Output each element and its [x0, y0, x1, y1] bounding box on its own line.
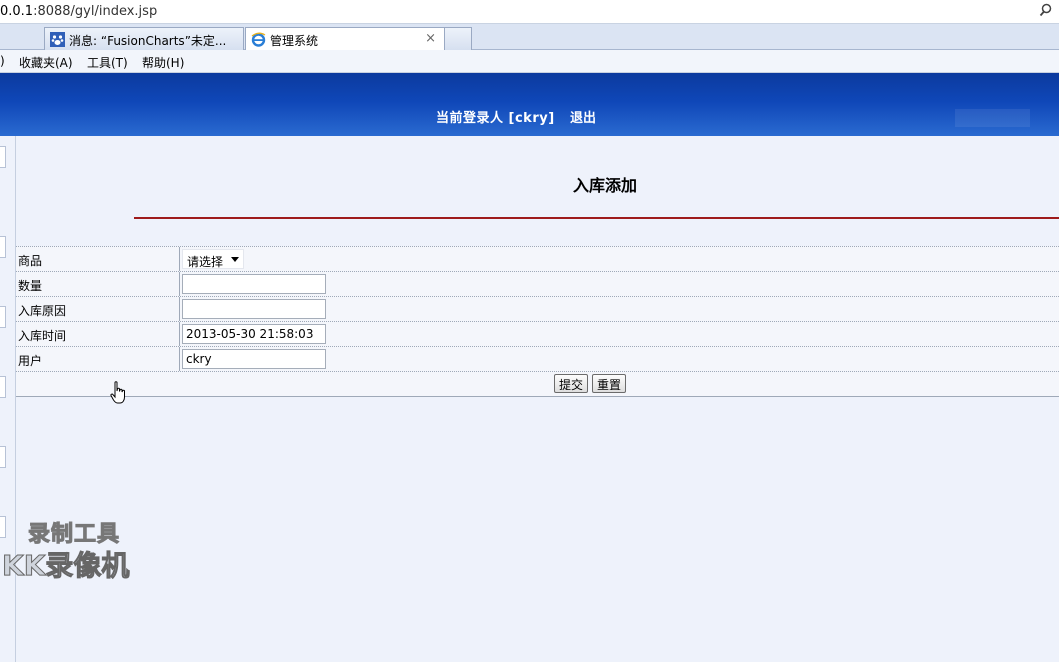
sidebar-stub[interactable]	[0, 306, 6, 328]
tab-bar: 消息: “FusionCharts”未定... 管理系统 ×	[0, 24, 1059, 50]
form-row-user: 用户	[16, 346, 1059, 372]
url-path: :8088/gyl/index.jsp	[33, 4, 158, 19]
app-header: 当前登录人 [ckry] 退出	[0, 73, 1059, 136]
ie-icon	[251, 32, 266, 47]
product-select-value: 请选择	[187, 255, 224, 269]
quantity-label: 数量	[18, 279, 43, 293]
chevron-down-icon	[231, 257, 239, 262]
reset-button[interactable]: 重置	[592, 374, 627, 393]
product-label: 商品	[18, 254, 43, 268]
address-bar[interactable]: 0.0.1:8088/gyl/index.jsp	[0, 0, 1059, 24]
menu-bar: ) 收藏夹(A) 工具(T) 帮助(H)	[0, 50, 1059, 73]
address-url[interactable]: 0.0.1:8088/gyl/index.jsp	[0, 4, 157, 19]
form-row-product: 商品 请选择	[16, 246, 1059, 272]
user-input[interactable]	[182, 349, 326, 369]
form-row-quantity: 数量	[16, 271, 1059, 297]
time-input[interactable]	[182, 324, 326, 344]
hand-cursor-icon	[110, 381, 125, 404]
sidebar-stub[interactable]	[0, 146, 6, 168]
title-divider	[134, 217, 1059, 219]
url-host: 0.0.1	[0, 4, 34, 19]
menu-item-favorites[interactable]: 收藏夹(A)	[19, 54, 73, 71]
form-row-time: 入库时间	[16, 321, 1059, 347]
reason-input[interactable]	[182, 299, 326, 319]
form-buttons: 提交 重置	[554, 374, 630, 393]
form-cell	[179, 297, 1059, 322]
tab-title: 管理系统	[270, 34, 319, 48]
sidebar-stub[interactable]	[0, 376, 6, 398]
sidebar-stub[interactable]	[0, 516, 6, 538]
current-user-label: 当前登录人 [ckry]	[436, 111, 555, 126]
submit-button[interactable]: 提交	[554, 374, 589, 393]
page-title: 入库添加	[572, 176, 637, 195]
tab-management-system[interactable]: 管理系统 ×	[245, 27, 445, 50]
paw-icon	[50, 32, 65, 47]
logout-link[interactable]: 退出	[570, 107, 596, 126]
product-select[interactable]: 请选择	[182, 249, 244, 269]
watermark-line2: KK录像机	[1, 549, 130, 583]
menu-item-tools[interactable]: 工具(T)	[87, 54, 128, 71]
stock-in-form: 商品 请选择 数量 入库原因 入库时间 用户 提交重置	[16, 246, 1059, 397]
menu-item-help[interactable]: 帮助(H)	[142, 54, 184, 71]
reason-label: 入库原因	[18, 304, 67, 318]
search-icon[interactable]	[1039, 3, 1053, 17]
tab-title: 消息: “FusionCharts”未定...	[69, 34, 227, 48]
sidebar-stub[interactable]	[0, 236, 6, 258]
menu-item-partial[interactable]: )	[0, 54, 5, 68]
form-cell	[179, 272, 1059, 297]
form-cell	[179, 322, 1059, 347]
form-cell	[179, 347, 1059, 372]
quantity-input[interactable]	[182, 274, 326, 294]
header-decoration	[955, 109, 1030, 127]
tab-fusioncharts-message[interactable]: 消息: “FusionCharts”未定...	[44, 27, 244, 50]
form-row-reason: 入库原因	[16, 296, 1059, 322]
close-icon[interactable]: ×	[425, 31, 436, 46]
form-cell: 请选择	[179, 247, 1059, 272]
new-tab-button[interactable]	[444, 27, 472, 50]
user-label: 用户	[18, 354, 43, 368]
form-actions-row: 提交 重置	[16, 371, 1059, 397]
time-label: 入库时间	[18, 329, 67, 343]
sidebar-stub[interactable]	[0, 446, 6, 468]
